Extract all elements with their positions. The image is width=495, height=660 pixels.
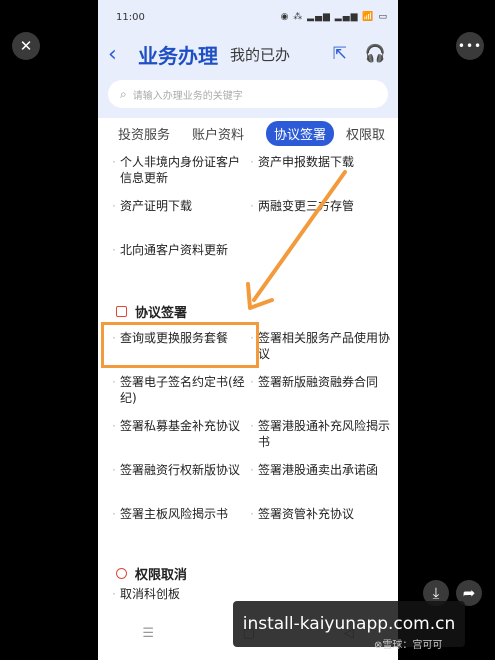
list-item[interactable]: 签署电子签名约定书(经纪) — [112, 374, 250, 418]
list-item[interactable]: 签署资管补充协议 — [250, 506, 390, 542]
list-item[interactable]: 资产申报数据下载 — [250, 154, 390, 198]
tab-bar: 投资服务 账户资料 协议签署 权限取 — [98, 118, 398, 148]
list-item[interactable]: 签署融资行权新版协议 — [112, 462, 250, 506]
account-items: 个人非境内身份证客户信息更新 资产申报数据下载 资产证明下载 两融变更三方存管 … — [98, 154, 398, 286]
highlight-box — [101, 322, 259, 368]
credit-text: ⊗雪球：宫可可 — [374, 640, 443, 651]
list-item[interactable]: 签署私募基金补充协议 — [112, 418, 250, 462]
app-header: ‹ 业务办理 我的已办 ⇱ 🎧 — [98, 34, 398, 74]
list-item[interactable]: 签署港股通补充风险揭示书 — [250, 418, 390, 462]
search-icon: ⌕ — [120, 86, 127, 101]
status-icons: ◉ ⁂ ▂▄▆ ▂▄▆ 📶 ▭ — [280, 12, 388, 22]
headset-icon[interactable]: 🎧 — [365, 44, 386, 64]
status-time: 11:00 — [116, 11, 145, 23]
image-viewer: 11:00 ◉ ⁂ ▂▄▆ ▂▄▆ 📶 ▭ ‹ 业务办理 我的已办 ⇱ 🎧 ⌕ … — [0, 0, 495, 660]
list-item[interactable]: 两融变更三方存管 — [250, 198, 390, 242]
list-item[interactable]: 资产证明下载 — [112, 198, 250, 242]
search-placeholder: 请输入办理业务的关键字 — [132, 90, 243, 102]
section-title: 协议签署 — [135, 305, 188, 321]
menu-icon[interactable]: ☰ — [142, 626, 154, 641]
edit-icon — [116, 305, 127, 317]
section-agreement: 协议签署 — [98, 298, 398, 324]
list-item[interactable]: 签署相关服务产品使用协议 — [250, 330, 390, 374]
section-cancel: 权限取消 — [98, 560, 398, 586]
tab-account[interactable]: 账户资料 — [192, 124, 244, 143]
list-item[interactable]: 签署港股通卖出承诺函 — [250, 462, 390, 506]
share-icon[interactable]: ⇱ — [333, 44, 347, 64]
back-icon[interactable]: ‹ — [108, 42, 130, 67]
close-icon[interactable]: ✕ — [12, 32, 40, 60]
list-item[interactable]: 签署新版融资融券合同 — [250, 374, 390, 418]
list-item[interactable]: 签署主板风险揭示书 — [112, 506, 250, 542]
more-icon[interactable]: ••• — [456, 32, 484, 60]
my-done-link[interactable]: 我的已办 — [230, 44, 290, 65]
tab-permission[interactable]: 权限取 — [346, 124, 385, 143]
section-title: 权限取消 — [135, 567, 188, 583]
cancel-icon — [116, 567, 127, 579]
page-title: 业务办理 — [138, 43, 218, 68]
list-item[interactable]: 个人非境内身份证客户信息更新 — [112, 154, 250, 198]
list-item[interactable]: 北向通客户资料更新 — [112, 242, 250, 286]
status-bar: 11:00 ◉ ⁂ ▂▄▆ ▂▄▆ 📶 ▭ — [98, 0, 398, 34]
tab-agreement[interactable]: 协议签署 — [266, 120, 335, 146]
list-item[interactable]: 取消科创板 — [112, 586, 250, 610]
tab-invest[interactable]: 投资服务 — [118, 124, 170, 143]
search-input[interactable]: ⌕ 请输入办理业务的关键字 — [108, 80, 388, 108]
